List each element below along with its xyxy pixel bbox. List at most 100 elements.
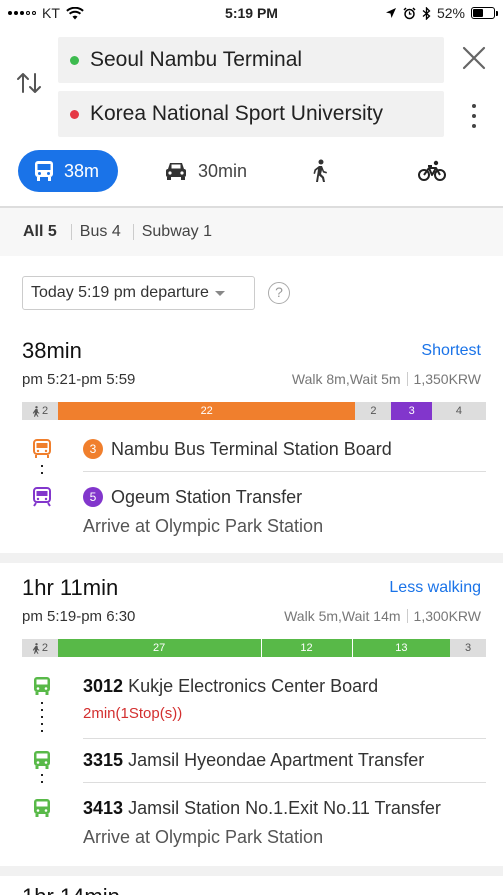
bus-number: 3315	[83, 750, 124, 770]
walking-icon	[32, 642, 40, 654]
route-tag: Shortest	[421, 342, 481, 359]
origin-dot	[70, 55, 79, 65]
meta-divider	[406, 372, 408, 386]
battery-percent: 52%	[436, 5, 465, 21]
bar-segment: 27	[57, 639, 261, 657]
origin-text: Seoul Nambu Terminal	[90, 48, 303, 71]
close-icon[interactable]	[460, 44, 488, 72]
step-text: Jamsil Hyeondae Apartment Transfer	[128, 750, 425, 770]
route-duration: 1hr 11min	[22, 575, 119, 600]
bar-segment-label: 22	[200, 405, 213, 417]
subway-icon	[33, 487, 51, 507]
bluetooth-icon	[422, 6, 431, 20]
step-text: Kukje Electronics Center Board	[128, 676, 379, 696]
bar-segment: 13	[352, 639, 451, 657]
step-arrival: Arrive at Olympic Park Station	[83, 516, 324, 536]
filter-all[interactable]: All 5	[0, 223, 71, 241]
step-label: Nambu Bus Terminal Station Board	[111, 439, 392, 459]
step-divider	[83, 738, 486, 739]
step-arrival: Arrive at Olympic Park Station	[83, 827, 324, 847]
destination-dot	[70, 109, 79, 119]
bar-segment: 22	[58, 402, 356, 420]
tab-transit-label: 38m	[64, 160, 100, 181]
route-duration: 38min	[22, 338, 82, 363]
bus-number: 3012	[83, 676, 124, 696]
tab-drive-label: 30min	[198, 160, 248, 181]
bar-segment-label: 27	[153, 642, 166, 654]
status-bar: KT 5:19 PM 52%	[0, 0, 503, 27]
bar-segment-label: 13	[395, 642, 408, 654]
filter-bus[interactable]: Bus 4	[80, 223, 133, 241]
section-divider	[0, 553, 503, 563]
bus-icon	[34, 799, 50, 817]
tab-bike[interactable]	[418, 150, 446, 192]
tab-drive[interactable]: 30min	[164, 150, 247, 192]
step-label: 3413 Jamsil Station No.1.Exit No.11 Tran…	[83, 798, 441, 819]
route-meta: Walk 5m,Wait 14m 1,300KRW	[284, 608, 481, 624]
bar-segment-label: 4	[455, 405, 463, 417]
bicycle-icon	[418, 160, 446, 181]
step-text: Jamsil Station No.1.Exit No.11 Transfer	[128, 798, 441, 818]
more-options-icon[interactable]	[466, 102, 482, 130]
route-filter-bar: All 5 Bus 4 Subway 1	[0, 208, 503, 256]
filter-divider	[132, 224, 134, 240]
section-divider	[0, 866, 503, 876]
bar-segment-label: 2	[370, 405, 377, 417]
route-card[interactable]: 1hr 14min	[0, 884, 503, 895]
bus-icon	[35, 161, 53, 181]
car-icon	[166, 163, 186, 180]
route-timeline-bar: 2 22 2 3 4	[22, 402, 486, 420]
location-arrow-icon	[385, 8, 396, 18]
route-tag: Less walking	[389, 579, 481, 596]
swap-icon[interactable]	[14, 68, 44, 98]
route-walk-wait: Walk 8m,Wait 5m	[291, 371, 401, 387]
line-badge: 5	[83, 487, 103, 507]
step-connector	[41, 465, 43, 474]
route-card[interactable]: 1hr 11min Less walking pm 5:19-pm 6:30 W…	[0, 575, 503, 860]
bar-segment: 12	[261, 639, 352, 657]
filter-subway[interactable]: Subway 1	[142, 223, 224, 241]
route-times: pm 5:21-pm 5:59	[22, 371, 136, 388]
step-label: 3315 Jamsil Hyeondae Apartment Transfer	[83, 750, 424, 771]
status-right: 52%	[385, 5, 498, 21]
route-price: 1,350KRW	[413, 371, 481, 387]
filter-divider	[70, 224, 72, 240]
travel-mode-tabs: 38m 30min	[0, 150, 503, 194]
route-times: pm 5:19-pm 6:30	[22, 608, 136, 625]
route-price: 1,300KRW	[413, 608, 481, 624]
bar-segment-label: 3	[408, 405, 415, 417]
line-badge: 3	[83, 439, 103, 459]
meta-divider	[406, 609, 408, 623]
bar-segment-label: 2	[41, 642, 48, 654]
route-card[interactable]: 38min Shortest pm 5:21-pm 5:59 Walk 8m,W…	[0, 338, 503, 548]
bar-segment: 3	[450, 639, 486, 657]
bus-icon	[34, 677, 50, 695]
battery-icon	[471, 7, 498, 19]
walking-icon	[32, 405, 40, 417]
bar-segment-label: 2	[41, 405, 49, 417]
help-icon[interactable]: ?	[268, 282, 290, 304]
step-divider	[83, 471, 486, 472]
tab-walk[interactable]	[311, 150, 329, 192]
step-divider	[83, 782, 486, 783]
walking-icon	[313, 159, 327, 182]
destination-field[interactable]: Korea National Sport University	[58, 91, 444, 137]
route-timeline-bar: 2 27 12 13 3	[22, 639, 486, 657]
step-label: Ogeum Station Transfer	[111, 487, 303, 507]
bar-walk-segment: 2	[22, 639, 58, 657]
bar-segment: 4	[431, 402, 486, 420]
bus-icon	[34, 751, 50, 769]
alarm-icon	[403, 6, 416, 19]
route-walk-wait: Walk 5m,Wait 14m	[284, 608, 401, 624]
route-duration: 1hr 14min	[22, 884, 120, 895]
bus-stop-icon	[33, 439, 51, 458]
departure-time-select[interactable]: Today 5:19 pm departure	[22, 276, 255, 310]
dropdown-caret-icon	[214, 290, 225, 296]
bar-segment-label: 12	[300, 642, 313, 654]
tab-transit[interactable]: 38m	[18, 150, 118, 192]
step-connector	[41, 774, 43, 783]
destination-text: Korea National Sport University	[90, 102, 383, 125]
origin-field[interactable]: Seoul Nambu Terminal	[58, 37, 444, 83]
bar-walk-segment: 2	[22, 402, 58, 420]
bus-number: 3413	[83, 798, 124, 818]
